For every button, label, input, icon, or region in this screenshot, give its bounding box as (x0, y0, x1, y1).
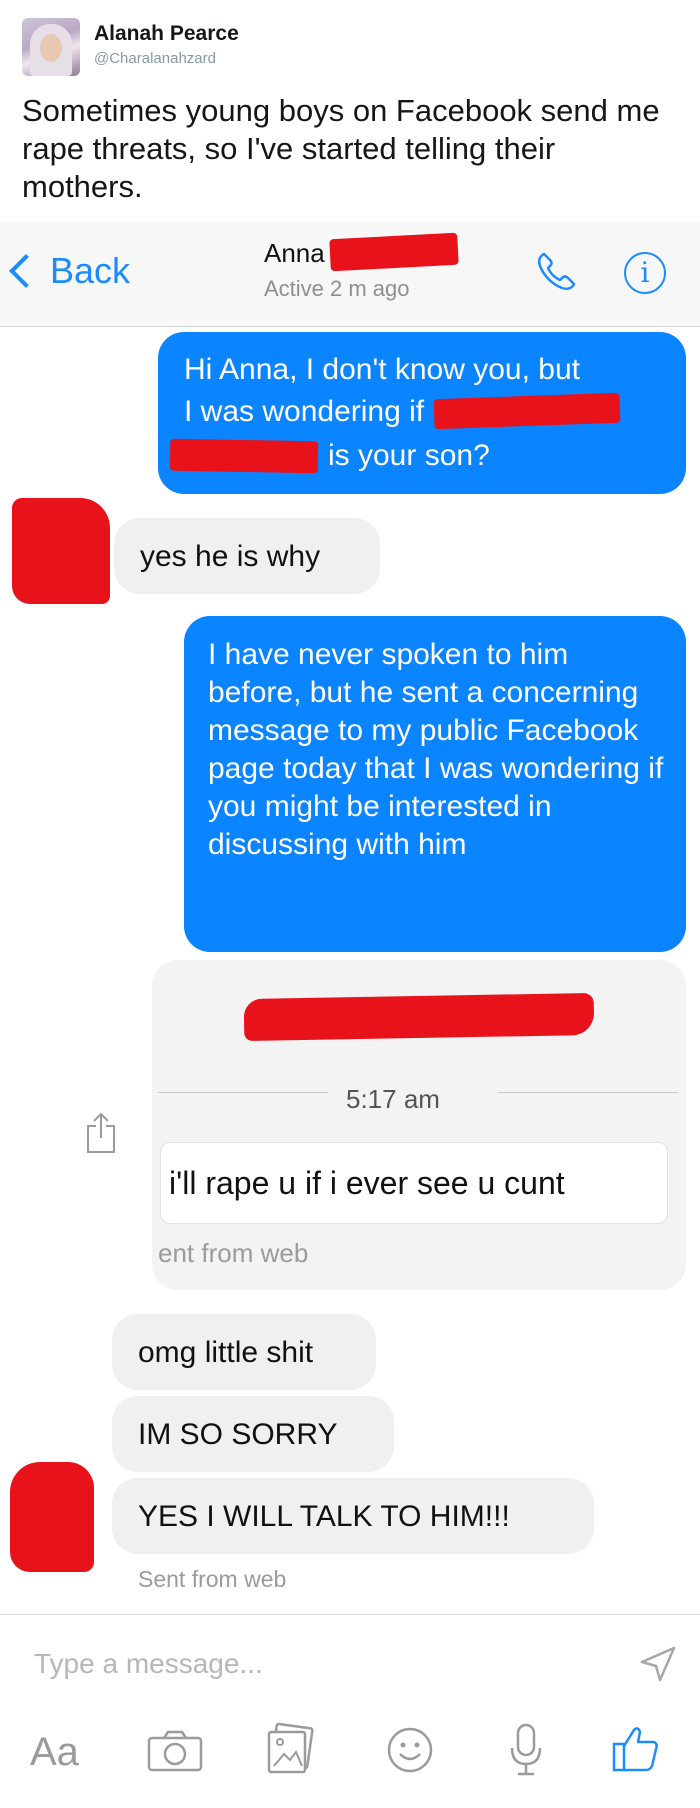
share-icon[interactable] (84, 1110, 118, 1154)
chevron-left-icon (9, 254, 43, 288)
redaction-mark (329, 232, 459, 272)
message-bubble-incoming: yes he is why (114, 518, 380, 594)
like-icon[interactable] (610, 1722, 662, 1774)
avatar[interactable] (22, 18, 80, 76)
redaction-mark (169, 438, 319, 474)
back-label: Back (50, 250, 131, 291)
sent-from-web-label: Sent from web (138, 1566, 287, 1592)
redaction-mark (243, 992, 595, 1042)
send-icon[interactable] (638, 1644, 678, 1684)
sender-avatar-redacted (10, 1462, 94, 1572)
message-bubble-incoming: IM SO SORRY (112, 1396, 394, 1472)
sender-avatar-redacted (12, 498, 110, 604)
message-line: Hi Anna, I don't know you, but (184, 353, 580, 386)
emoji-icon[interactable] (386, 1726, 434, 1774)
author-name[interactable]: Alanah Pearce (94, 22, 239, 46)
message-input[interactable]: Type a message... (34, 1648, 263, 1680)
message-line: I was wondering if (184, 395, 425, 428)
microphone-icon[interactable] (508, 1722, 544, 1778)
contact-status: Active 2 m ago (264, 276, 410, 301)
phone-icon[interactable] (534, 248, 580, 294)
author-handle[interactable]: @Charalanahzard (94, 50, 216, 67)
message-bubble-incoming: YES I WILL TALK TO HIM!!! (112, 1478, 594, 1554)
message-line: is your son? (328, 439, 490, 472)
contact-name[interactable]: Anna (264, 238, 325, 269)
message-bubble-incoming: omg little shit (112, 1314, 376, 1390)
info-icon[interactable]: i (624, 252, 666, 294)
composer-bar (0, 1614, 700, 1808)
message-bubble-outgoing: I have never spoken to him before, but h… (184, 616, 686, 952)
timestamp: 5:17 am (346, 1084, 440, 1114)
photo-icon[interactable] (266, 1722, 316, 1776)
text-format-button[interactable]: Aa (30, 1730, 79, 1775)
back-button[interactable]: Back (9, 250, 131, 292)
camera-icon[interactable] (146, 1728, 204, 1774)
quoted-message: i'll rape u if i ever see u cunt (160, 1142, 668, 1224)
sent-from-label: ent from web (158, 1238, 309, 1268)
tweet-text: Sometimes young boys on Facebook send me… (22, 93, 660, 204)
